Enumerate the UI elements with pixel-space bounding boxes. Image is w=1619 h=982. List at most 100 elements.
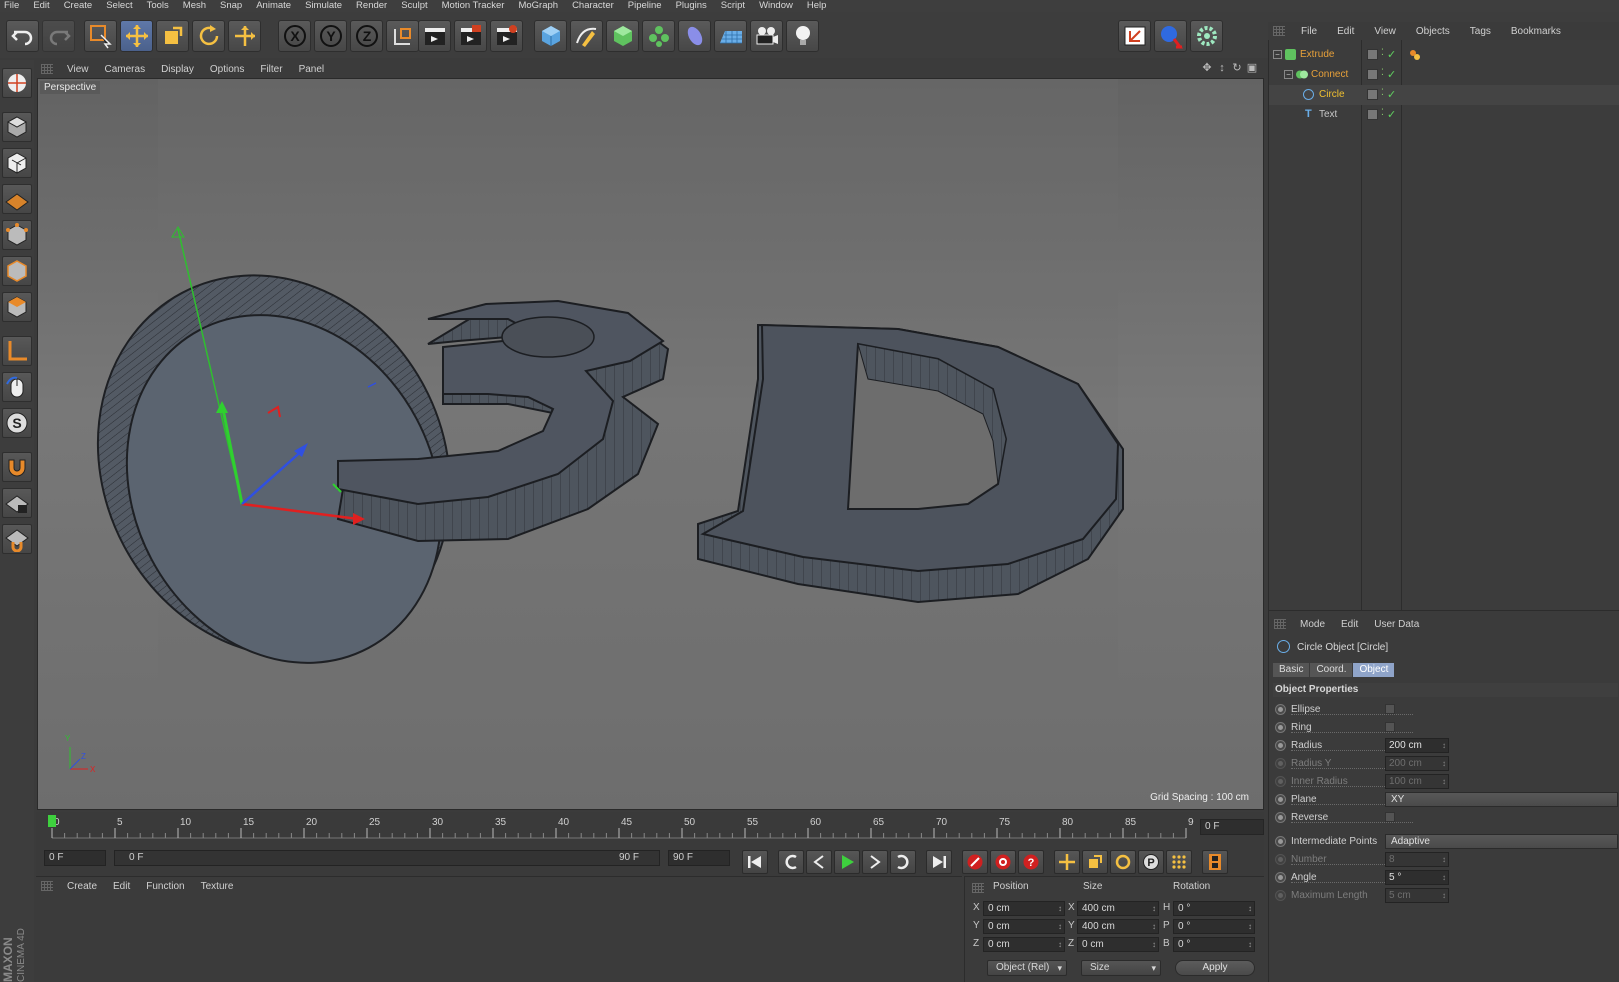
om-menu-objects[interactable]: Objects	[1406, 26, 1460, 37]
model-tool-button[interactable]	[2, 112, 32, 142]
animate-radio-icon[interactable]	[1275, 872, 1286, 883]
viewport-menu-cameras[interactable]: Cameras	[97, 64, 154, 75]
layer-icon[interactable]	[1367, 49, 1378, 60]
viewport-menu-filter[interactable]: Filter	[252, 64, 290, 75]
undo-button[interactable]	[6, 20, 39, 52]
previous-frame-button[interactable]	[806, 850, 832, 874]
animate-radio-icon[interactable]	[1275, 704, 1286, 715]
radius-field[interactable]: 200 cm	[1385, 738, 1449, 753]
visibility-dots-icon[interactable]: ⁚	[1381, 67, 1384, 78]
apply-button[interactable]: Apply	[1175, 960, 1255, 976]
menu-render[interactable]: Render	[349, 0, 394, 12]
record-position-button[interactable]	[1054, 850, 1080, 874]
viewport-perspective[interactable]: Y X Z Perspective Grid Spacing : 100 cm	[37, 78, 1264, 810]
current-frame-field[interactable]: 0 F	[1200, 819, 1264, 835]
texture-mode-button[interactable]	[2, 148, 32, 178]
pan-icon[interactable]: ✥	[1201, 62, 1213, 74]
visibility-dots-icon[interactable]: ⁚	[1381, 107, 1384, 118]
menu-select[interactable]: Select	[99, 0, 139, 12]
record-active-button[interactable]	[962, 850, 988, 874]
coordinate-mode-dropdown[interactable]: Object (Rel)	[987, 960, 1067, 976]
preferences-button[interactable]	[1190, 20, 1223, 52]
tab-basic[interactable]: Basic	[1273, 663, 1310, 677]
menu-pipeline[interactable]: Pipeline	[621, 0, 669, 12]
attribute-panel-grip-icon[interactable]	[1274, 619, 1286, 629]
animate-radio-icon[interactable]	[1275, 740, 1286, 751]
om-menu-bookmarks[interactable]: Bookmarks	[1501, 26, 1571, 37]
menu-edit[interactable]: Edit	[26, 0, 56, 12]
workplane-mode-button[interactable]	[2, 184, 32, 214]
coordinate-system-button[interactable]	[386, 20, 419, 52]
tab-object[interactable]: Object	[1353, 663, 1395, 677]
position-x-field[interactable]: 0 cm	[983, 901, 1065, 916]
axis-mode-button[interactable]	[2, 336, 32, 366]
object-row-circle[interactable]: Circle ⁚ ✓	[1269, 85, 1619, 105]
ellipse-checkbox[interactable]	[1385, 704, 1395, 714]
record-pla-button[interactable]	[1166, 850, 1192, 874]
size-y-field[interactable]: 400 cm	[1077, 919, 1159, 934]
om-menu-view[interactable]: View	[1364, 26, 1406, 37]
add-subdivision-button[interactable]	[606, 20, 639, 52]
playhead-marker[interactable]	[48, 815, 56, 827]
keyframe-selection-button[interactable]: ?	[1018, 850, 1044, 874]
x-axis-lock-button[interactable]: X	[278, 20, 311, 52]
coords-panel-grip-icon[interactable]	[972, 883, 984, 893]
edges-mode-button[interactable]	[2, 256, 32, 286]
enabled-check-icon[interactable]: ✓	[1387, 88, 1396, 101]
object-row-extrude[interactable]: − Extrude ⁚ ✓	[1269, 45, 1619, 65]
menu-tools[interactable]: Tools	[140, 0, 176, 12]
go-to-end-button[interactable]	[926, 850, 952, 874]
workplane-lock-button[interactable]	[2, 488, 32, 518]
phong-tag-icon[interactable]	[1409, 49, 1421, 61]
menu-simulate[interactable]: Simulate	[298, 0, 349, 12]
viewport-menu-view[interactable]: View	[59, 64, 97, 75]
play-button[interactable]	[834, 850, 860, 874]
live-selection-button[interactable]	[84, 20, 117, 52]
collapse-toggle-icon[interactable]: −	[1284, 70, 1293, 79]
solo-mode-button[interactable]: S	[2, 408, 32, 438]
rotate-tool-button[interactable]	[192, 20, 225, 52]
material-panel-grip-icon[interactable]	[41, 881, 53, 891]
add-deformer-button[interactable]	[678, 20, 711, 52]
add-spline-pen-button[interactable]	[570, 20, 603, 52]
add-cloner-button[interactable]	[642, 20, 675, 52]
reverse-checkbox[interactable]	[1385, 812, 1395, 822]
position-z-field[interactable]: 0 cm	[983, 937, 1065, 952]
y-axis-lock-button[interactable]: Y	[314, 20, 347, 52]
min-frame-field[interactable]: 0 F	[44, 850, 106, 866]
ring-checkbox[interactable]	[1385, 722, 1395, 732]
visibility-dots-icon[interactable]: ⁚	[1381, 47, 1384, 58]
scale-tool-button[interactable]	[156, 20, 189, 52]
material-menu-texture[interactable]: Texture	[193, 881, 242, 892]
autokey-button[interactable]	[990, 850, 1016, 874]
panel-grip-icon[interactable]	[41, 64, 53, 74]
go-to-start-button[interactable]	[742, 850, 768, 874]
menu-file[interactable]: File	[0, 0, 26, 12]
object-row-text[interactable]: T Text ⁚ ✓	[1269, 105, 1619, 125]
menu-animate[interactable]: Animate	[249, 0, 298, 12]
material-menu-edit[interactable]: Edit	[105, 881, 138, 892]
menu-mesh[interactable]: Mesh	[176, 0, 213, 12]
dolly-icon[interactable]: ↕	[1216, 62, 1228, 74]
menu-snap[interactable]: Snap	[213, 0, 249, 12]
next-keyframe-button[interactable]	[890, 850, 916, 874]
attr-menu-edit[interactable]: Edit	[1333, 619, 1366, 630]
workplane-align-button[interactable]	[2, 524, 32, 554]
render-picture-viewer-button[interactable]	[454, 20, 487, 52]
animate-radio-icon[interactable]	[1275, 722, 1286, 733]
viewport-menu-panel[interactable]: Panel	[291, 64, 333, 75]
menu-window[interactable]: Window	[752, 0, 800, 12]
intermediate-points-dropdown[interactable]: Adaptive	[1385, 834, 1618, 849]
layer-icon[interactable]	[1367, 69, 1378, 80]
rotation-p-field[interactable]: 0 °	[1173, 919, 1255, 934]
enabled-check-icon[interactable]: ✓	[1387, 108, 1396, 121]
animate-radio-icon[interactable]	[1275, 794, 1286, 805]
object-panel-grip-icon[interactable]	[1273, 26, 1285, 36]
record-rotation-button[interactable]	[1110, 850, 1136, 874]
visibility-dots-icon[interactable]: ⁚	[1381, 87, 1384, 98]
plane-dropdown[interactable]: XY	[1385, 792, 1618, 807]
next-frame-button[interactable]	[862, 850, 888, 874]
timeline-ruler[interactable]: 051015202530354045505560657075808590	[46, 814, 1194, 844]
material-menu-create[interactable]: Create	[59, 881, 105, 892]
size-mode-dropdown[interactable]: Size	[1081, 960, 1161, 976]
